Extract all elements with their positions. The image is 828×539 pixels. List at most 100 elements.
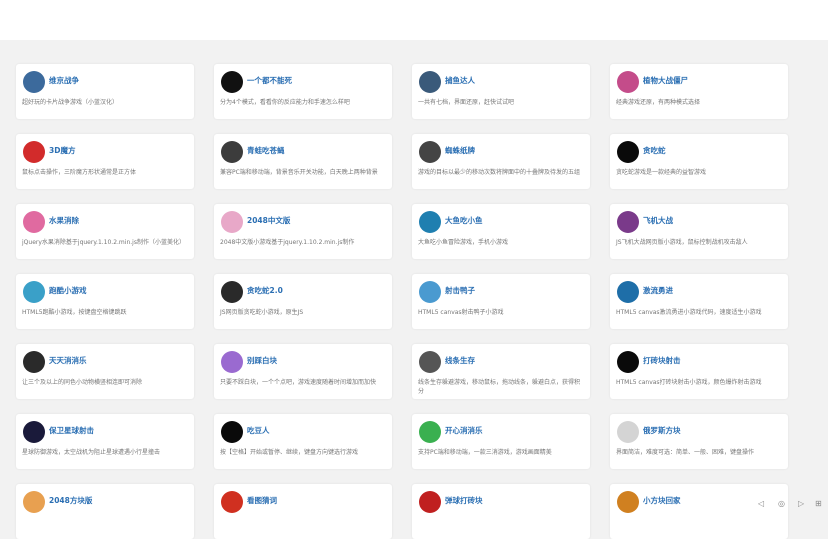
plane-icon	[617, 211, 639, 233]
game-card-title[interactable]: 维京战争	[49, 75, 79, 86]
game-card-title[interactable]: 打砖块射击	[643, 355, 681, 366]
game-card-description: 游戏的目标以最少的移动次数将牌面中的十叠牌及待发的五组	[418, 169, 581, 176]
game-card-title[interactable]: 开心消消乐	[445, 425, 483, 436]
white-tile-icon	[221, 351, 243, 373]
game-card[interactable]: 3D魔方鼠标点击操作，三阶魔方形状通常是正方体	[16, 134, 194, 189]
game-card-title[interactable]: 大鱼吃小鱼	[445, 215, 483, 226]
game-card-description: 大鱼吃小鱼冒险游戏，手机小游戏	[418, 239, 509, 246]
game-card-description: HTML5 canvas激流勇进小游戏代码，速度适生小游戏	[616, 309, 762, 316]
game-card[interactable]: 跑酷小游戏 HTML5跑酷小游戏，按键盘空格键跳跃	[16, 274, 194, 329]
game-card[interactable]: 打砖块射击 HTML5 canvas打砖块射击小游戏，颜色爆炸射击游戏	[610, 344, 788, 399]
game-card-description: 按【空格】开始或暂停、继续，键盘方向键选行游戏	[220, 449, 359, 456]
game-card-title[interactable]: 跑酷小游戏	[49, 285, 87, 296]
bottom-control-icon[interactable]: ◎	[778, 499, 785, 508]
line-survive-icon	[419, 351, 441, 373]
game-card[interactable]: 维京战争超好玩的卡片战争游戏（小蓝汉化）	[16, 64, 194, 119]
game-card[interactable]: 贪吃蛇2.0 JS网页版贪吃蛇小游戏，原生JS	[214, 274, 392, 329]
game-card-title[interactable]: 吃豆人	[247, 425, 270, 436]
game-card-description: 分为4个模式，看看你的反应能力和手速怎么样吧	[220, 99, 350, 106]
frog-icon	[221, 141, 243, 163]
block-home-icon	[617, 491, 639, 513]
game-card-title[interactable]: 2048方块版	[49, 495, 92, 506]
game-card-title[interactable]: 射击鸭子	[445, 285, 475, 296]
rapids-icon	[617, 281, 639, 303]
game-card[interactable]: 青蛙吃苍蝇 兼容PC端和移动端，背景音乐开关功能，白天晚上两种背景	[214, 134, 392, 189]
game-card-description: 超好玩的卡片战争游戏（小蓝汉化）	[22, 99, 119, 106]
game-card-title[interactable]: 俄罗斯方块	[643, 425, 681, 436]
block-2048-icon	[23, 491, 45, 513]
game-card-title[interactable]: 小方块回家	[643, 495, 681, 506]
game-card-title[interactable]: 捕鱼达人	[445, 75, 475, 86]
pacman-icon	[221, 421, 243, 443]
game-card[interactable]: 一个都不能死分为4个模式，看看你的反应能力和手速怎么样吧	[214, 64, 392, 119]
game-card-description: HTML5跑酷小游戏，按键盘空格键跳跃	[22, 309, 127, 316]
brick-shoot-icon	[617, 351, 639, 373]
game-card-title[interactable]: 别踩白块	[247, 355, 277, 366]
game-card-title[interactable]: 线条生存	[445, 355, 475, 366]
fruit-icon	[23, 211, 45, 233]
game-card[interactable]: 保卫星球射击 星球防御游戏，太空战机为阻止星球遭遇小行星撞击	[16, 414, 194, 469]
rubiks-cube-icon	[23, 141, 45, 163]
planet-defense-icon	[23, 421, 45, 443]
top-header-bar	[0, 0, 828, 40]
big-fish-icon	[419, 211, 441, 233]
duck-icon	[419, 281, 441, 303]
game-card-title[interactable]: 激流勇进	[643, 285, 673, 296]
game-card-description: JS网页版贪吃蛇小游戏，原生JS	[220, 309, 304, 316]
game-card-title[interactable]: 2048中文版	[247, 215, 290, 226]
game-card-title[interactable]: 3D魔方	[49, 145, 75, 156]
game-card[interactable]: 植物大战僵尸 经典游戏还原，有两种模式选择	[610, 64, 788, 119]
game-card[interactable]: 线条生存线条生存躲避游戏，移动鼠标，拖动线条，躲避白点，获得积分	[412, 344, 590, 399]
game-card-description: 让三个及以上的同色小动物横竖相连即可消除	[22, 379, 143, 386]
game-card-description: JS飞机大战网页版小游戏，鼠标控制战机攻击敌人	[616, 239, 748, 246]
fish-catcher-icon	[419, 71, 441, 93]
spider-card-icon	[419, 141, 441, 163]
game-card-description: 一共有七档，界面还原，赶快试试吧	[418, 99, 515, 106]
game-card[interactable]: 蜘蛛纸牌游戏的目标以最少的移动次数将牌面中的十叠牌及待发的五组	[412, 134, 590, 189]
game-card-title[interactable]: 蜘蛛纸牌	[445, 145, 475, 156]
game-card-description: 界面简洁，难度可选：简单、一般、困难，键盘操作	[616, 449, 755, 456]
parkour-icon	[23, 281, 45, 303]
ball-brick-icon	[419, 491, 441, 513]
game-card[interactable]: 大鱼吃小鱼大鱼吃小鱼冒险游戏，手机小游戏	[412, 204, 590, 259]
game-card[interactable]: 2048中文版 2048中文版小游戏基于jquery.1.10.2.min.js制…	[214, 204, 392, 259]
snake-icon	[617, 141, 639, 163]
game-card-title[interactable]: 弹球打砖块	[445, 495, 483, 506]
game-card[interactable]: 贪吃蛇 贪吃蛇游戏是一款经典的益智游戏	[610, 134, 788, 189]
game-card[interactable]: 别踩白块 只要不踩白块，一个个点吧，游戏速度随着时间增加而加快	[214, 344, 392, 399]
guess-word-icon	[221, 491, 243, 513]
game-card-title[interactable]: 天天消消乐	[49, 355, 87, 366]
viking-icon	[23, 71, 45, 93]
game-card-title[interactable]: 飞机大战	[643, 215, 673, 226]
game-card-title[interactable]: 植物大战僵尸	[643, 75, 688, 86]
game-card[interactable]: 飞机大战 JS飞机大战网页版小游戏，鼠标控制战机攻击敌人	[610, 204, 788, 259]
game-card[interactable]: 看图猜词	[214, 484, 392, 539]
happy-match-icon	[419, 421, 441, 443]
game-card-title[interactable]: 贪吃蛇2.0	[247, 285, 283, 296]
game-card-title[interactable]: 贪吃蛇	[643, 145, 666, 156]
game-card[interactable]: 俄罗斯方块界面简洁，难度可选：简单、一般、困难，键盘操作	[610, 414, 788, 469]
game-card[interactable]: 激流勇进 HTML5 canvas激流勇进小游戏代码，速度适生小游戏	[610, 274, 788, 329]
game-card[interactable]: 水果消除 jQuery水果消除基于jquery.1.10.2.min.js制作（小…	[16, 204, 194, 259]
game-card-title[interactable]: 保卫星球射击	[49, 425, 94, 436]
game-card[interactable]: 天天消消乐让三个及以上的同色小动物横竖相连即可消除	[16, 344, 194, 399]
game-card[interactable]: 捕鱼达人一共有七档，界面还原，赶快试试吧	[412, 64, 590, 119]
runner-icon	[221, 71, 243, 93]
game-card-title[interactable]: 一个都不能死	[247, 75, 292, 86]
game-card[interactable]: 小方块回家	[610, 484, 788, 539]
match-three-icon	[23, 351, 45, 373]
game-card[interactable]: 射击鸭子 HTML5 canvas射击鸭子小游戏	[412, 274, 590, 329]
game-card-title[interactable]: 青蛙吃苍蝇	[247, 145, 285, 156]
bottom-control-icon[interactable]: ⊞	[815, 499, 822, 508]
game-card-title[interactable]: 水果消除	[49, 215, 79, 226]
game-card-description: 2048中文版小游戏基于jquery.1.10.2.min.js制作	[220, 239, 355, 246]
game-card[interactable]: 弹球打砖块	[412, 484, 590, 539]
bottom-control-icon[interactable]: ▷	[798, 499, 804, 508]
game-card-description: 鼠标点击操作，三阶魔方形状通常是正方体	[22, 169, 137, 176]
game-card[interactable]: 2048方块版	[16, 484, 194, 539]
game-card-description: 线条生存躲避游戏，移动鼠标，拖动线条，躲避白点，获得积分	[418, 379, 581, 395]
game-card[interactable]: 开心消消乐 支持PC端和移动端，一款三消游戏，游戏画面精美	[412, 414, 590, 469]
bottom-control-icon[interactable]: ◁	[758, 499, 764, 508]
game-card-title[interactable]: 看图猜词	[247, 495, 277, 506]
game-card[interactable]: 吃豆人按【空格】开始或暂停、继续，键盘方向键选行游戏	[214, 414, 392, 469]
